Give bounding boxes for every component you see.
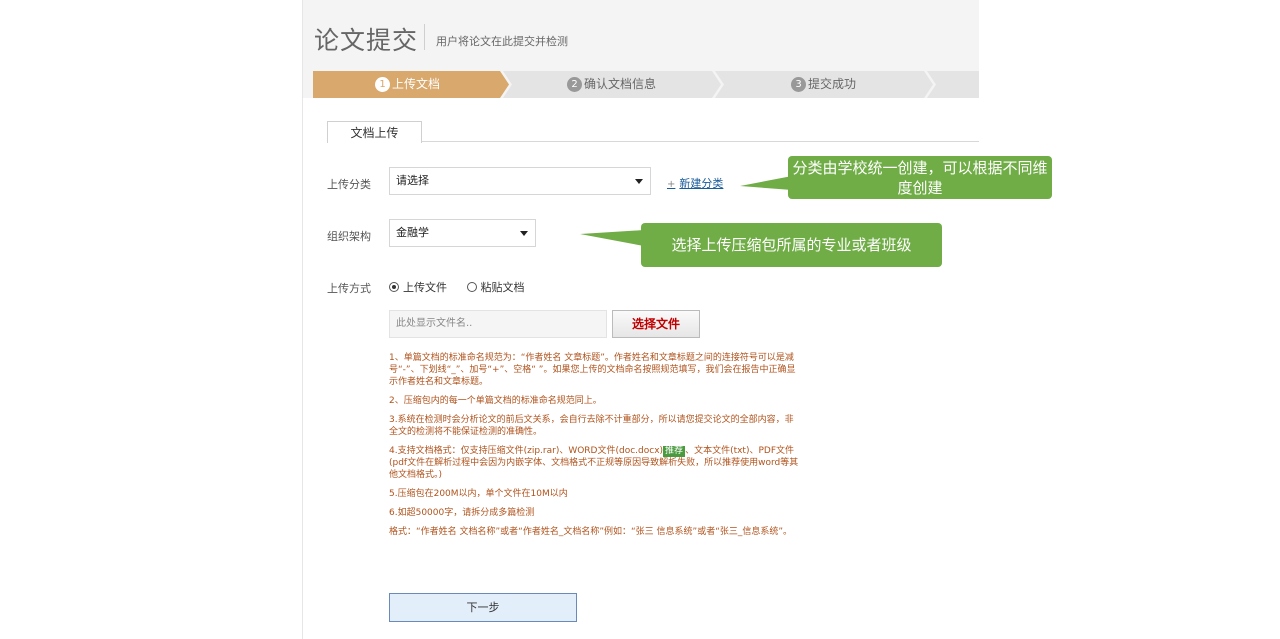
note-item: 6.如超50000字，请拆分成多篇检测 <box>389 508 535 518</box>
progress-steps: 1 上传文档 2 确认文档信息 3 提交成功 <box>313 71 979 98</box>
title-divider <box>424 24 425 50</box>
new-category-link[interactable]: + 新建分类 <box>667 175 723 191</box>
category-label: 上传分类 <box>327 178 371 191</box>
radio-paste-document[interactable]: 粘贴文档 <box>466 281 525 294</box>
category-select[interactable]: 请选择 <box>389 167 651 195</box>
choose-file-button[interactable]: 选择文件 <box>612 310 700 338</box>
radio-checked-icon <box>389 282 399 292</box>
org-select[interactable]: 金融学 <box>389 219 536 247</box>
step-label: 确认文档信息 <box>584 77 657 91</box>
step-label: 上传文档 <box>392 77 441 91</box>
recommended-badge: 推荐 <box>663 446 686 457</box>
upload-method-options: 上传文件 粘贴文档 <box>389 279 525 295</box>
org-select-value: 金融学 <box>396 226 429 239</box>
step-label: 提交成功 <box>808 77 857 91</box>
step-confirm: 2 确认文档信息 <box>503 71 721 98</box>
chevron-down-icon <box>520 231 528 236</box>
radio-upload-file[interactable]: 上传文件 <box>389 281 451 294</box>
note-item: 1、单篇文档的标准命名规范为：“作者姓名 文章标题”。作者姓名和文章标题之间的连… <box>389 353 796 387</box>
next-step-button[interactable]: 下一步 <box>389 593 577 622</box>
step-number: 1 <box>375 77 390 92</box>
tab-divider <box>327 141 979 142</box>
page-subtitle: 用户将论文在此提交并检测 <box>436 35 568 48</box>
note-4-before: 4.支持文档格式：仅支持压缩文件(zip.rar)、WORD文件(doc.doc… <box>389 446 664 456</box>
callout-pointer <box>740 176 792 190</box>
new-category-label: 新建分类 <box>679 177 724 190</box>
radio-unchecked-icon <box>466 282 477 292</box>
plus-icon: + <box>667 179 676 190</box>
note-item: 4.支持文档格式：仅支持压缩文件(zip.rar)、WORD文件(doc.doc… <box>389 445 801 481</box>
note-item: 5.压缩包在200M以内，单个文件在10M以内 <box>389 489 568 499</box>
chevron-down-icon <box>635 179 643 184</box>
callout-pointer <box>580 230 644 246</box>
step-arrow-shape <box>927 71 979 98</box>
step-upload: 1 上传文档 <box>313 71 509 98</box>
header: 论文提交 用户将论文在此提交并检测 1 上传文档 2 确认文档信息 3 提交成功 <box>303 0 979 98</box>
step-tail <box>927 71 979 98</box>
note-item: 格式：“作者姓名 文档名称”或者“作者姓名_文档名称”例如：“张三 信息系统”或… <box>389 527 793 537</box>
note-item: 2、压缩包内的每一个单篇文档的标准命名规范同上。 <box>389 396 602 406</box>
upload-method-label: 上传方式 <box>327 282 371 295</box>
file-name-display: 此处显示文件名.. <box>389 310 607 338</box>
org-callout: 选择上传压缩包所属的专业或者班级 <box>641 223 942 267</box>
upload-notes: 1、单篇文档的标准命名规范为：“作者姓名 文章标题”。作者姓名和文章标题之间的连… <box>389 352 801 545</box>
category-select-value: 请选择 <box>396 174 429 187</box>
step-number: 3 <box>791 77 806 92</box>
step-success: 3 提交成功 <box>715 71 933 98</box>
step-number: 2 <box>567 77 582 92</box>
main-panel: 论文提交 用户将论文在此提交并检测 1 上传文档 2 确认文档信息 3 提交成功… <box>302 0 979 639</box>
org-label: 组织架构 <box>327 230 371 243</box>
page-title: 论文提交 <box>314 26 419 55</box>
tab-document-upload[interactable]: 文档上传 <box>327 121 422 143</box>
note-item: 3.系统在检测时会分析论文的前后文关系，会自行去除不计重部分，所以请您提交论文的… <box>389 415 794 437</box>
category-callout: 分类由学校统一创建，可以根据不同维度创建 <box>788 156 1052 199</box>
